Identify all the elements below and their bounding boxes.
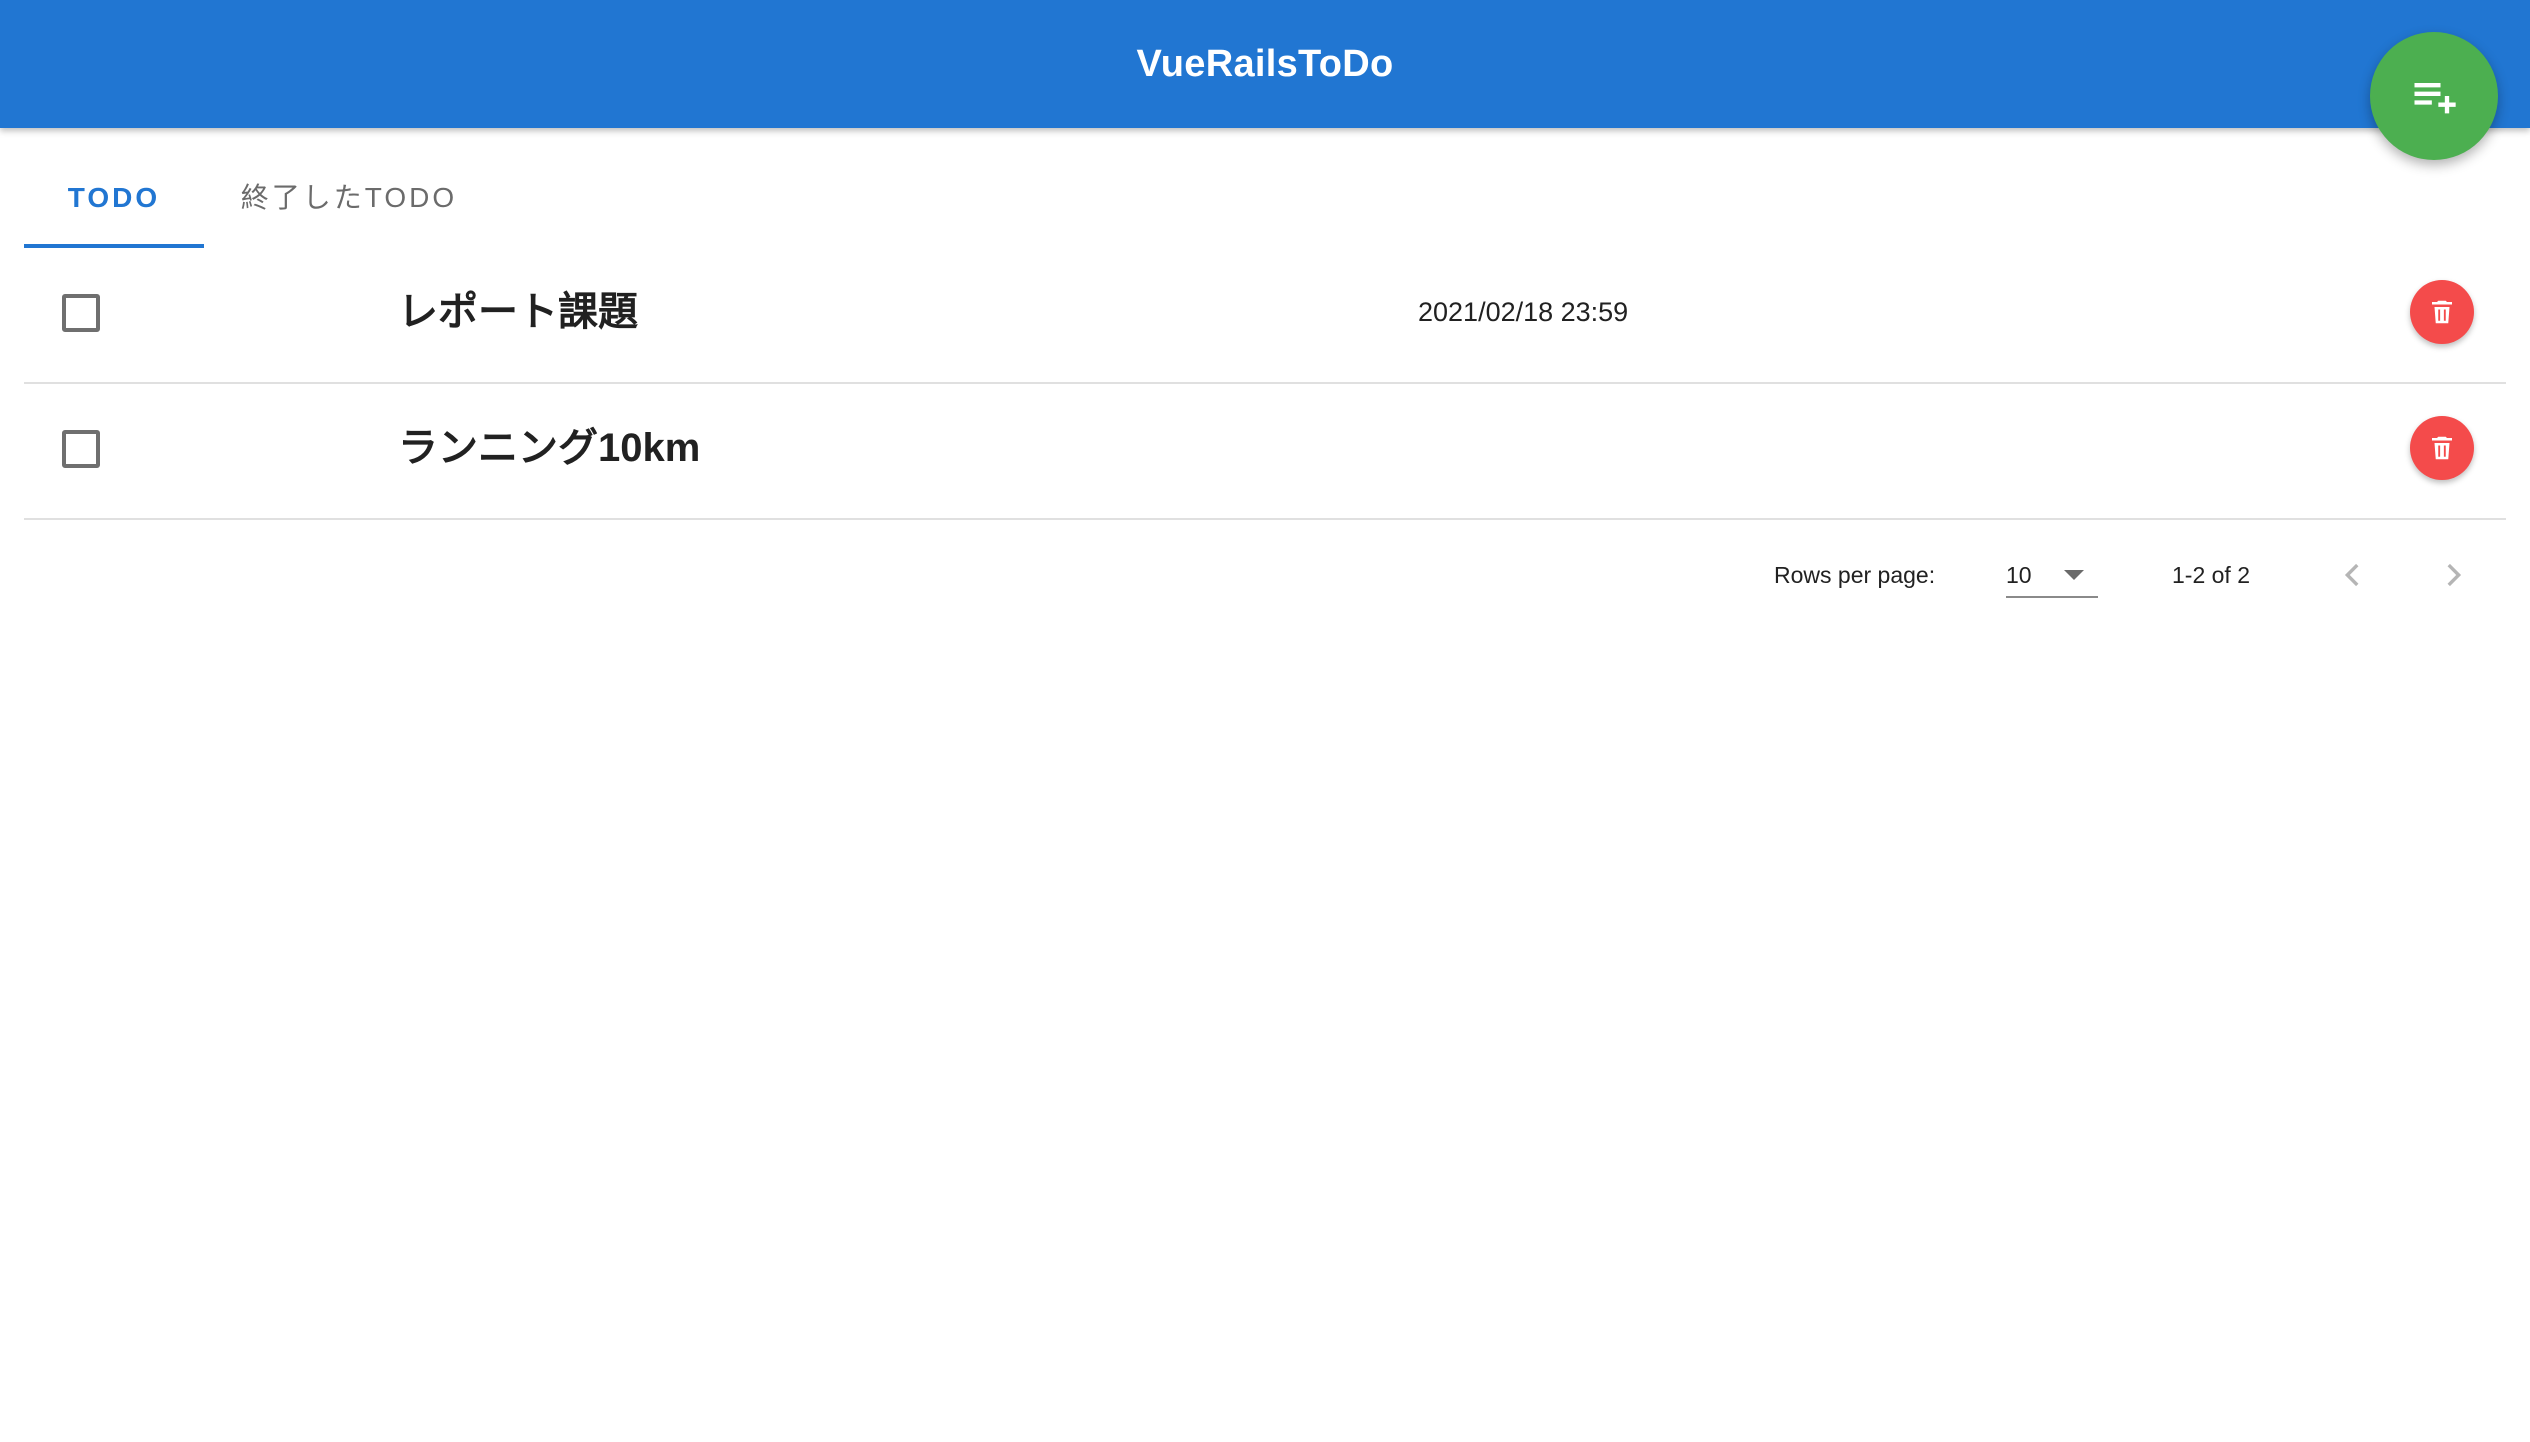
todo-table: レポート課題 2021/02/18 23:59 ランニング10km [24, 248, 2506, 520]
chevron-right-icon [2447, 563, 2462, 587]
todo-checkbox[interactable] [62, 430, 100, 468]
delete-button[interactable] [2410, 280, 2474, 344]
table-row: レポート課題 2021/02/18 23:59 [24, 248, 2506, 384]
rows-per-page-label: Rows per page: [1774, 562, 1936, 588]
table-row: ランニング10km [24, 384, 2506, 520]
rows-per-page-select[interactable]: 10 [2006, 550, 2098, 598]
tab-completed-todo[interactable]: 終了したTODO [224, 150, 474, 246]
playlist-add-icon [2414, 83, 2456, 114]
todo-checkbox[interactable] [62, 294, 100, 332]
page-range-text: 1-2 of 2 [2172, 562, 2250, 588]
previous-page-button[interactable] [2330, 552, 2376, 598]
table-footer: Rows per page: 10 1-2 of 2 [0, 540, 2530, 620]
chevron-left-icon [2344, 563, 2359, 587]
next-page-button[interactable] [2430, 552, 2476, 598]
todo-title: レポート課題 [398, 290, 638, 334]
rows-per-page-value: 10 [2006, 562, 2032, 588]
todo-due-date: 2021/02/18 23:59 [1418, 297, 1629, 327]
add-todo-button[interactable] [2370, 32, 2498, 160]
todo-title: ランニング10km [398, 426, 701, 470]
app-title: VueRailsToDo [1136, 43, 1394, 85]
tab-todo[interactable]: TODO [24, 150, 204, 246]
trash-icon [2432, 300, 2452, 324]
delete-button[interactable] [2410, 416, 2474, 480]
trash-icon [2432, 436, 2452, 460]
dropdown-arrow-icon [2064, 570, 2084, 580]
tab-bar: TODO 終了したTODO [24, 150, 524, 248]
app-bar: VueRailsToDo [0, 0, 2530, 128]
